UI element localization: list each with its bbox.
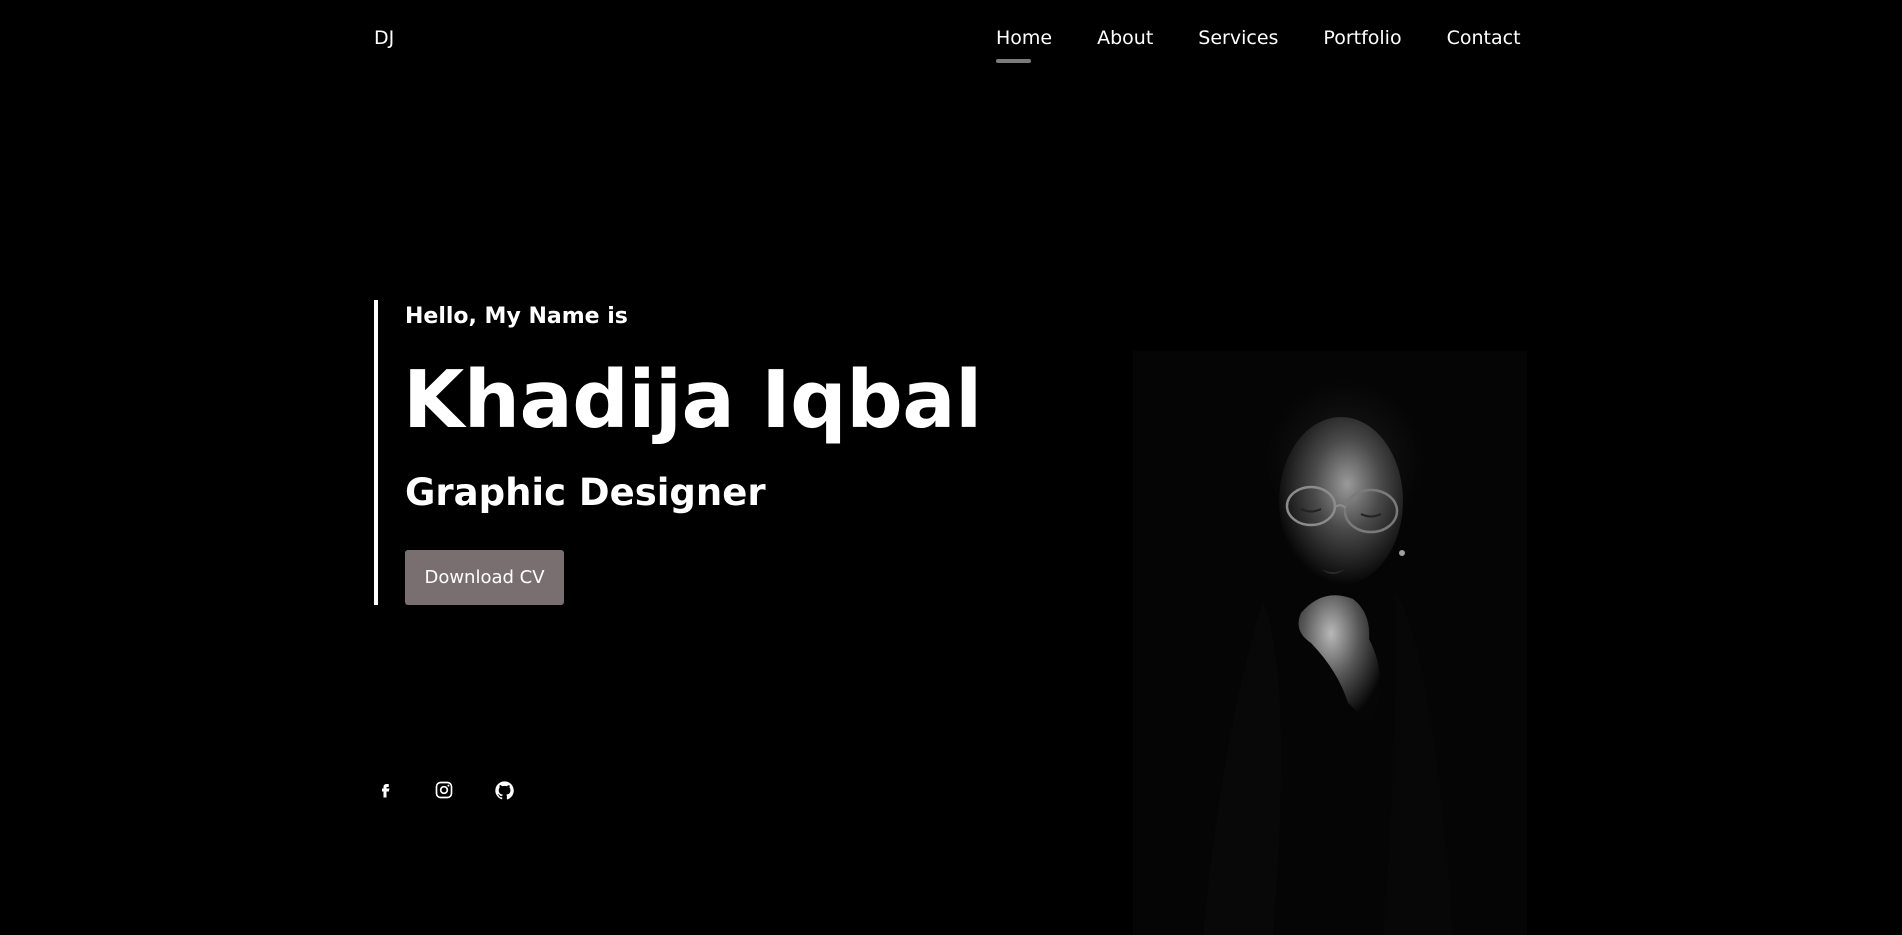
nav-item-services[interactable]: Services xyxy=(1198,26,1278,50)
nav-item-contact[interactable]: Contact xyxy=(1447,26,1521,50)
github-link[interactable] xyxy=(492,778,516,802)
nav-item-label: Home xyxy=(996,27,1053,49)
page: DJ Home About Services Portfolio Contact… xyxy=(0,0,1902,935)
nav-item-label: About xyxy=(1097,27,1154,49)
instagram-link[interactable] xyxy=(432,778,456,802)
logo[interactable]: DJ xyxy=(374,26,394,50)
nav-item-label: Contact xyxy=(1446,27,1521,49)
portrait-image xyxy=(1133,351,1527,935)
hero-accent-bar xyxy=(374,300,378,605)
nav-item-home[interactable]: Home xyxy=(996,26,1053,63)
facebook-icon xyxy=(376,781,394,799)
hero-greeting: Hello, My Name is xyxy=(405,304,628,329)
github-icon xyxy=(494,780,515,801)
nav-item-about[interactable]: About xyxy=(1097,26,1153,50)
main-nav: Home About Services Portfolio Contact xyxy=(996,26,1521,63)
hero-name: Khadija Iqbal xyxy=(403,354,982,446)
nav-item-portfolio[interactable]: Portfolio xyxy=(1323,26,1401,50)
nav-item-label: Services xyxy=(1198,27,1279,49)
facebook-link[interactable] xyxy=(373,778,397,802)
nav-item-label: Portfolio xyxy=(1323,27,1402,49)
download-cv-button[interactable]: Download CV xyxy=(405,550,564,605)
active-nav-indicator xyxy=(996,59,1031,63)
hero-role: Graphic Designer xyxy=(405,471,766,514)
instagram-icon xyxy=(434,780,454,800)
